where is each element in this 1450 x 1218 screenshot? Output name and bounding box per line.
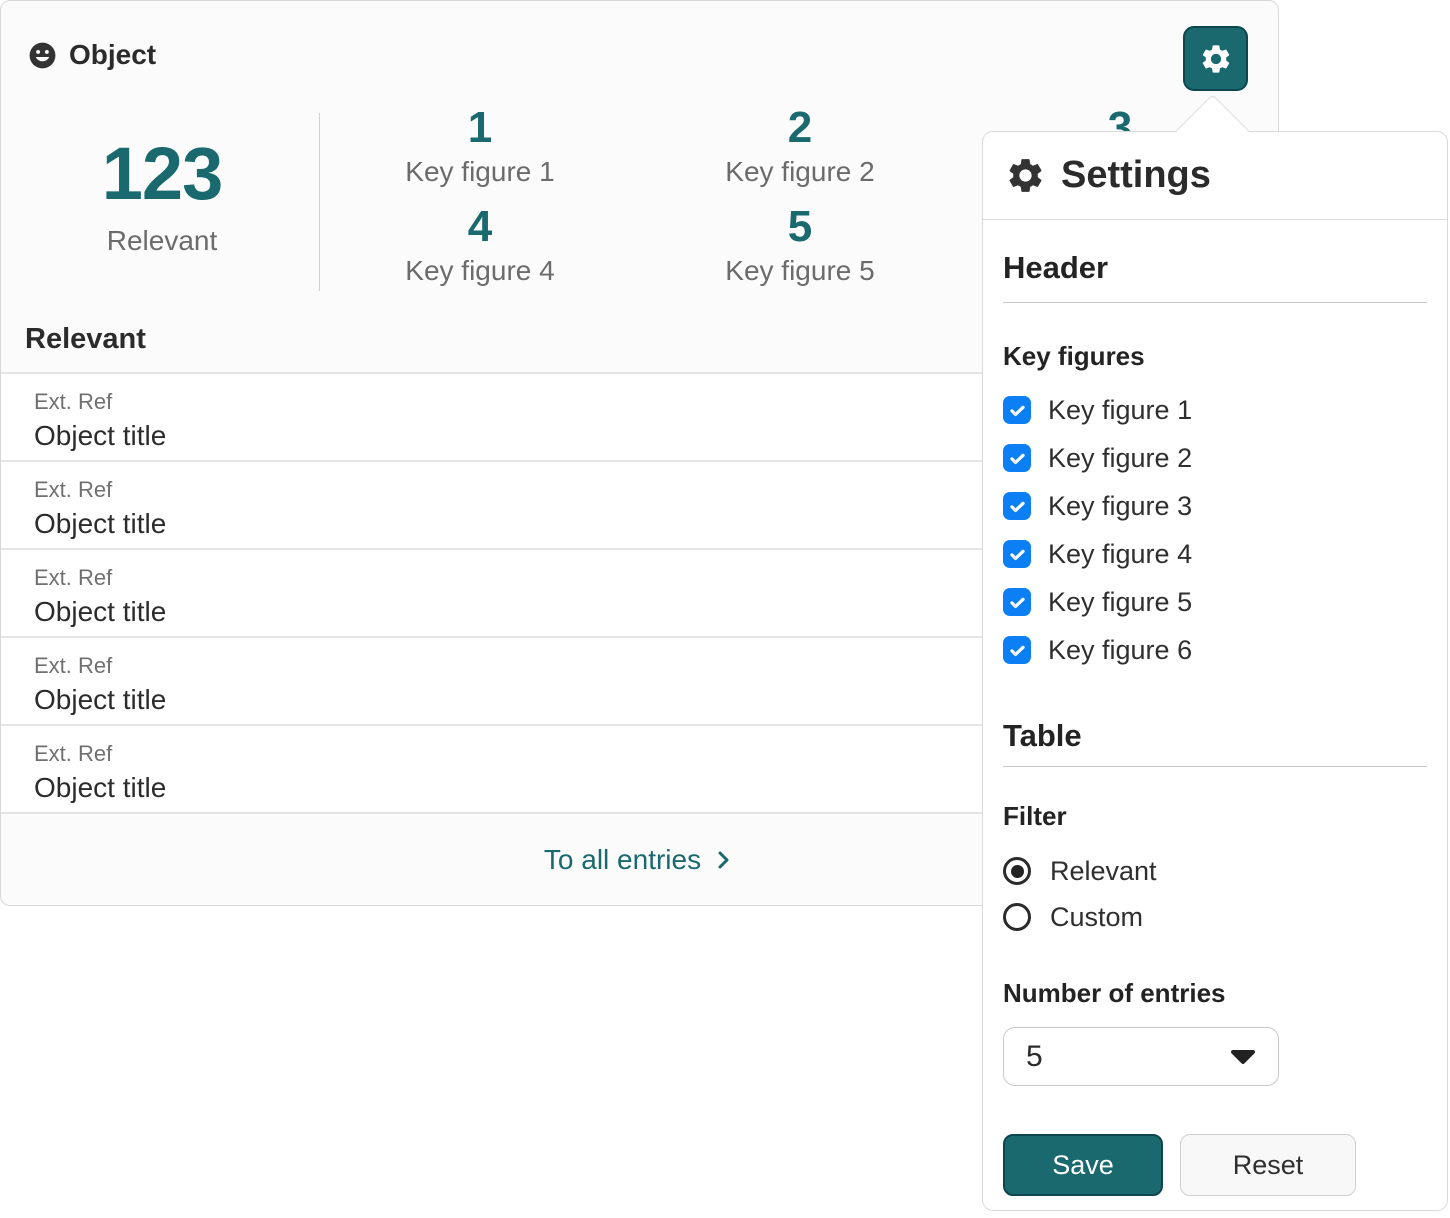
settings-body: Header Key figures Key figure 1 Key figu…	[983, 220, 1447, 1196]
key-figure-2: 2 Key figure 2	[640, 105, 960, 188]
key-figure-value: 2	[640, 105, 960, 151]
checkbox-label: Key figure 1	[1048, 395, 1192, 426]
gear-icon	[1199, 42, 1233, 76]
key-figure-label: Key figure 5	[640, 255, 960, 287]
card-title: Object	[69, 39, 156, 71]
card-header: Object	[27, 39, 156, 71]
checkbox-label: Key figure 3	[1048, 491, 1192, 522]
key-figure-value: 1	[320, 105, 640, 151]
summary-label: Relevant	[41, 225, 283, 257]
reset-button[interactable]: Reset	[1180, 1134, 1356, 1196]
to-all-entries-link[interactable]: To all entries	[544, 844, 735, 876]
summary-kpi: 123 Relevant	[41, 137, 283, 257]
settings-title: Settings	[1061, 154, 1211, 197]
settings-actions: Save Reset	[1003, 1134, 1427, 1196]
checkbox-icon	[1003, 444, 1031, 472]
key-figure-1: 1 Key figure 1	[320, 105, 640, 188]
checkbox-key-figure-3[interactable]: Key figure 3	[1003, 482, 1427, 530]
entries-select-value: 5	[1026, 1040, 1043, 1074]
checkbox-key-figure-4[interactable]: Key figure 4	[1003, 530, 1427, 578]
summary-value: 123	[41, 137, 283, 211]
checkbox-key-figure-1[interactable]: Key figure 1	[1003, 386, 1427, 434]
section-title-table: Table	[1003, 718, 1427, 754]
section-divider	[1003, 302, 1427, 303]
list-section-title: Relevant	[25, 323, 146, 356]
radio-relevant[interactable]: Relevant	[1003, 848, 1427, 894]
checkbox-icon	[1003, 588, 1031, 616]
key-figure-value: 4	[320, 204, 640, 250]
filter-group-label: Filter	[1003, 801, 1427, 832]
checkbox-icon	[1003, 540, 1031, 568]
settings-button[interactable]	[1183, 26, 1248, 91]
checkbox-label: Key figure 4	[1048, 539, 1192, 570]
checkbox-icon	[1003, 636, 1031, 664]
key-figure-4: 4 Key figure 4	[320, 204, 640, 287]
section-divider	[1003, 766, 1427, 767]
to-all-entries-label: To all entries	[544, 844, 701, 876]
checkbox-label: Key figure 5	[1048, 587, 1192, 618]
filter-radio-group: Relevant Custom	[1003, 848, 1427, 940]
radio-icon	[1003, 857, 1031, 885]
checkbox-key-figure-2[interactable]: Key figure 2	[1003, 434, 1427, 482]
section-title-header: Header	[1003, 250, 1427, 286]
radio-label: Custom	[1050, 902, 1143, 933]
key-figure-label: Key figure 2	[640, 156, 960, 188]
key-figures-checkbox-list: Key figure 1 Key figure 2 Key figure 3 K…	[1003, 386, 1427, 674]
radio-label: Relevant	[1050, 856, 1157, 887]
mood-icon	[27, 40, 58, 71]
checkbox-key-figure-6[interactable]: Key figure 6	[1003, 626, 1427, 674]
radio-custom[interactable]: Custom	[1003, 894, 1427, 940]
key-figure-5: 5 Key figure 5	[640, 204, 960, 287]
checkbox-key-figure-5[interactable]: Key figure 5	[1003, 578, 1427, 626]
settings-gear-icon	[1005, 155, 1046, 196]
checkbox-label: Key figure 2	[1048, 443, 1192, 474]
entries-group-label: Number of entries	[1003, 978, 1427, 1009]
radio-icon	[1003, 903, 1031, 931]
settings-popover: Settings Header Key figures Key figure 1…	[982, 131, 1448, 1211]
checkbox-icon	[1003, 492, 1031, 520]
checkbox-label: Key figure 6	[1048, 635, 1192, 666]
key-figures-group-label: Key figures	[1003, 341, 1427, 372]
settings-header: Settings	[983, 132, 1447, 220]
caret-down-icon	[1230, 1049, 1256, 1065]
chevron-right-icon	[711, 848, 735, 872]
save-button[interactable]: Save	[1003, 1134, 1163, 1196]
entries-select[interactable]: 5	[1003, 1027, 1279, 1086]
checkbox-icon	[1003, 396, 1031, 424]
key-figure-value: 5	[640, 204, 960, 250]
key-figure-label: Key figure 4	[320, 255, 640, 287]
key-figure-label: Key figure 1	[320, 156, 640, 188]
